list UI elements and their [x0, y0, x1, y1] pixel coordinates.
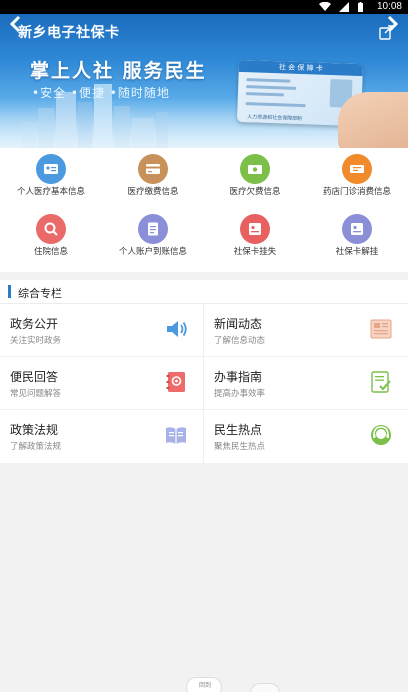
card-text-line	[245, 102, 306, 108]
section-accent-bar	[8, 285, 11, 298]
tile-subtitle: 了解政策法规	[10, 442, 62, 452]
tile-qa[interactable]: 便民回答 常见问题解答	[0, 357, 204, 410]
speaker-icon	[167, 321, 187, 337]
newspaper-icon	[370, 319, 392, 339]
ticket-icon	[350, 165, 364, 173]
grid-item-label: 社保卡解挂	[335, 247, 379, 257]
tile-subtitle: 聚焦民生热点	[214, 442, 266, 452]
signal-icon	[338, 2, 349, 12]
grid-item-label: 个人医疗基本信息	[16, 187, 85, 197]
grid-item-label: 住院信息	[33, 247, 68, 257]
tile-service-guide[interactable]: 办事指南 提高办事效率	[204, 357, 408, 410]
service-grid: 个人医疗基本信息 医疗缴费信息 医疗欠费信息 药店门诊消费信息 住院信息 个人账…	[0, 148, 408, 272]
grid-item-account-arrival[interactable]: 个人账户到账信息	[102, 214, 204, 258]
money-icon	[248, 165, 262, 174]
tile-title: 便民回答	[10, 370, 59, 384]
grid-icon-circle	[138, 214, 168, 244]
checklist-icon	[371, 371, 391, 393]
share-icon[interactable]	[378, 24, 394, 40]
card-title: 社 会 保 障 卡	[278, 63, 323, 73]
grid-item-card-report-loss[interactable]: 社保卡挂失	[204, 214, 306, 258]
tile-government-affairs[interactable]: 政务公开 关注实时政务	[0, 304, 204, 357]
tile-title: 政策法规	[10, 423, 59, 437]
grid-item-medical-arrears[interactable]: 医疗欠费信息	[204, 154, 306, 198]
back-to-top-button[interactable]: 回到	[186, 677, 222, 692]
grid-item-label: 药店门诊消费信息	[322, 187, 391, 197]
grid-icon-circle	[138, 154, 168, 184]
grid-item-medical-payment[interactable]: 医疗缴费信息	[102, 154, 204, 198]
card-lost-icon	[249, 223, 261, 235]
grid-item-card-unlock[interactable]: 社保卡解挂	[306, 214, 408, 258]
id-card-icon	[44, 164, 58, 174]
hospital-search-icon	[44, 222, 58, 236]
tile-title: 新闻动态	[214, 317, 263, 331]
grid-icon-circle	[342, 154, 372, 184]
clock: 10:08	[376, 1, 402, 12]
feature-tiles: 政务公开 关注实时政务 新闻动态 了解信息动态 便民回答 常见问题解答 办事指南…	[0, 304, 408, 463]
grid-item-label: 医疗欠费信息	[229, 187, 281, 197]
app-title: 新乡电子社保卡	[18, 25, 120, 41]
grid-item-hospitalization[interactable]: 住院信息	[0, 214, 102, 258]
tile-policies[interactable]: 政策法规 了解政策法规	[0, 410, 204, 463]
open-book-icon	[166, 427, 186, 444]
battery-icon	[358, 2, 363, 12]
tile-title: 政务公开	[10, 317, 59, 331]
tile-subtitle: 关注实时政务	[10, 336, 62, 346]
grid-item-label: 医疗缴费信息	[127, 187, 179, 197]
card-text-line	[246, 85, 297, 90]
header-banner: 新乡电子社保卡 掌上人社 服务民生 •安全 •便捷 •随时随地 社 会 保 障 …	[0, 14, 408, 148]
card-footer: 人力资源和社会保障部制	[247, 114, 303, 123]
payment-card-icon	[146, 164, 160, 174]
tile-news[interactable]: 新闻动态 了解信息动态	[204, 304, 408, 357]
contact-book-icon	[166, 372, 185, 392]
grid-item-label: 个人账户到账信息	[118, 247, 187, 257]
back-to-top-label: 回到	[198, 682, 211, 689]
section-title: 综合专栏	[18, 287, 62, 300]
tile-livelihood-hotspots[interactable]: 民生热点 聚焦民生热点	[204, 410, 408, 463]
grid-item-medical-basic-info[interactable]: 个人医疗基本信息	[0, 154, 102, 198]
grid-icon-circle	[240, 154, 270, 184]
banner-subslogan: •安全 •便捷 •随时随地	[32, 86, 170, 100]
card-unlock-icon	[351, 223, 363, 235]
tile-title: 民生热点	[214, 423, 263, 437]
floating-action-button[interactable]	[250, 683, 280, 692]
card-text-line	[246, 78, 291, 83]
grid-icon-circle	[36, 214, 66, 244]
support-agent-icon	[371, 425, 391, 445]
status-icons	[316, 2, 364, 12]
tile-title: 办事指南	[214, 370, 263, 384]
tile-subtitle: 提高办事效率	[214, 389, 266, 399]
grid-item-pharmacy-consumption[interactable]: 药店门诊消费信息	[306, 154, 408, 198]
status-bar: 10:08	[0, 0, 408, 14]
card-text-line	[245, 92, 284, 97]
grid-item-label: 社保卡挂失	[233, 247, 277, 257]
hand-image	[338, 92, 408, 148]
grid-icon-circle	[36, 154, 66, 184]
wifi-icon	[318, 2, 331, 11]
section-header: 综合专栏	[0, 280, 408, 304]
banner-slogan: 掌上人社 服务民生	[30, 60, 207, 82]
grid-icon-circle	[342, 214, 372, 244]
document-icon	[148, 222, 158, 236]
tile-subtitle: 常见问题解答	[10, 389, 62, 399]
tile-subtitle: 了解信息动态	[214, 336, 266, 346]
grid-icon-circle	[240, 214, 270, 244]
